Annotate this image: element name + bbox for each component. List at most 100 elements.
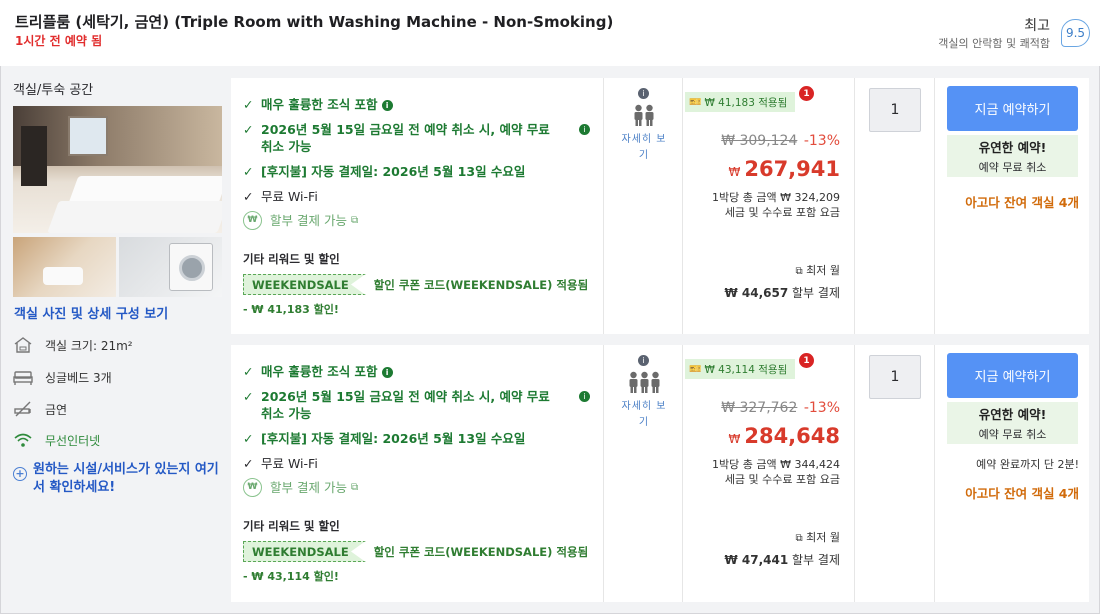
room-quantity-select[interactable]: 1	[869, 355, 921, 399]
facility-search-label: 원하는 시설/서비스가 있는지 여기서 확인하세요!	[33, 462, 219, 495]
flexible-booking-title: 유연한 예약!	[978, 140, 1047, 155]
lowest-monthly-label: ⧉ 최저 월	[796, 262, 841, 278]
coupon-discount: - ₩ 43,114 할인!	[243, 570, 339, 583]
wifi-label: 무선인터넷	[45, 433, 101, 448]
coupon-row: WEEKENDSALE 할인 쿠폰 코드(WEEKENDSALE) 적용됨	[243, 541, 588, 562]
occupancy-column[interactable]: i 자세히 보기	[605, 78, 683, 334]
facility-search-link[interactable]: + 원하는 시설/서비스가 있는지 여기서 확인하세요!	[13, 461, 223, 497]
benefit-text: 할부 결제 가능	[270, 213, 347, 228]
occupancy-details-link[interactable]: 자세히 보기	[619, 132, 669, 164]
info-icon[interactable]: i	[381, 100, 393, 111]
installment-value: ₩ 47,441	[724, 553, 789, 567]
price-value: 284,648	[744, 424, 840, 448]
coupon-discount: - ₩ 41,183 할인!	[243, 303, 339, 316]
promo-count-badge: 1	[799, 86, 814, 101]
coupon-applied-text: 할인 쿠폰 코드(WEEKENDSALE) 적용됨	[373, 544, 589, 559]
tax-note: 세금 및 수수료 포함 요금	[724, 473, 840, 486]
occupancy-icons	[605, 104, 683, 126]
bathroom-photo[interactable]	[13, 237, 116, 297]
info-icon[interactable]: i	[579, 124, 590, 135]
quantity-column: 1	[856, 78, 935, 334]
room-title: 트리플룸 (세탁기, 금연) (Triple Room with Washing…	[15, 13, 614, 31]
discount-percent: -13%	[803, 400, 840, 416]
room-info-column: 객실/투숙 공간 객실 사진 및 상세 구성 보기 객실 크기: 21m² 싱글…	[1, 66, 230, 613]
bed-icon	[13, 371, 33, 385]
offer-card-2: ✓ 매우 훌륭한 조식 포함 i ✓ 2026년 5월 15일 금요일 전 예약 취소…	[231, 345, 1089, 602]
benefits-column: ✓ 매우 훌륭한 조식 포함 i ✓ 2026년 5월 15일 금요일 전 예약 취소…	[231, 345, 604, 602]
benefit-installment[interactable]: ₩ 할부 결제 가능 ⧉	[243, 211, 358, 230]
plus-circle-icon: +	[13, 467, 27, 481]
room-size-icon	[14, 337, 32, 353]
check-icon: ✓	[243, 456, 254, 471]
current-price: ₩284,648	[728, 424, 840, 448]
benefit-free-cancellation: ✓ 2026년 5월 15일 금요일 전 예약 취소 시, 예약 무료 취소 가능	[243, 121, 563, 155]
benefit-pay-later: ✓ [후지불] 자동 결제일: 2026년 5월 13일 수요일	[243, 430, 525, 447]
beds-label: 싱글베드 3개	[45, 370, 112, 385]
benefit-text: 2026년 5월 15일 금요일 전 예약 취소 시, 예약 무료 취소 가능	[261, 122, 550, 154]
feature-non-smoking: 금연	[13, 400, 67, 418]
check-icon: ✓	[243, 189, 254, 204]
info-icon[interactable]: i	[579, 391, 590, 402]
original-price: ₩ 309,124 -13%	[721, 133, 840, 149]
benefit-free-cancellation: ✓ 2026년 5월 15일 금요일 전 예약 취소 시, 예약 무료 취소 가능	[243, 388, 563, 422]
lowest-label-text: 최저 월	[806, 531, 840, 544]
room-info-heading: 객실/투숙 공간	[13, 83, 94, 98]
flexible-booking-box: 유연한 예약! 예약 무료 취소	[947, 402, 1078, 444]
rewards-title: 기타 리워드 및 할인	[243, 519, 340, 533]
currency-symbol: ₩	[728, 165, 741, 179]
benefit-pay-later: ✓ [후지불] 자동 결제일: 2026년 5월 13일 수요일	[243, 163, 525, 180]
booking-column: 지금 예약하기 유연한 예약! 예약 무료 취소 예약 완료까지 단 2분! 아…	[936, 345, 1089, 602]
installment-label: 할부 결제	[792, 553, 840, 567]
book-now-button[interactable]: 지금 예약하기	[947, 353, 1078, 398]
quantity-column: 1	[856, 345, 935, 602]
room-photos-link[interactable]: 객실 사진 및 상세 구성 보기	[14, 303, 168, 322]
calendar-icon: ⧉	[795, 533, 803, 544]
occupancy-column[interactable]: i 자세히 보기	[605, 345, 683, 602]
lowest-monthly-label: ⧉ 최저 월	[796, 529, 841, 545]
rewards-title: 기타 리워드 및 할인	[243, 252, 340, 266]
book-now-button[interactable]: 지금 예약하기	[947, 86, 1078, 131]
promo-count-badge: 1	[799, 353, 814, 368]
rooms-left-notice: 아고다 잔여 객실 4개	[965, 195, 1079, 210]
room-quantity-select[interactable]: 1	[869, 88, 921, 132]
per-night-info: 1박당 총 금액 ₩ 344,424 세금 및 수수료 포함 요금	[712, 457, 840, 487]
promo-text: ₩ 41,183 적용됨	[704, 96, 788, 109]
room-header: 트리플룸 (세탁기, 금연) (Triple Room with Washing…	[0, 0, 1100, 66]
installment-amount: ₩ 47,441 할부 결제	[724, 551, 840, 568]
room-main-photo[interactable]	[13, 106, 222, 233]
calendar-icon: ⧉	[795, 266, 803, 277]
recent-booking-notice: 1시간 전 예약 됨	[15, 34, 103, 48]
strikethrough-price: ₩ 309,124	[721, 133, 798, 149]
installment-icon: ₩	[243, 211, 262, 230]
benefit-installment[interactable]: ₩ 할부 결제 가능 ⧉	[243, 478, 358, 497]
last-booking-notice: 예약 완료까지 단 2분!	[976, 458, 1079, 471]
original-price: ₩ 327,762 -13%	[721, 400, 840, 416]
non-smoking-label: 금연	[45, 402, 68, 417]
per-night-total: 1박당 총 금액 ₩ 344,424	[712, 458, 840, 471]
person-icon	[634, 104, 643, 126]
occupancy-details-link[interactable]: 자세히 보기	[619, 399, 669, 431]
flexible-booking-box: 유연한 예약! 예약 무료 취소	[947, 135, 1078, 177]
benefit-text: 매우 훌륭한 조식 포함	[261, 364, 378, 379]
room-size-label: 객실 크기: 21m²	[45, 338, 133, 353]
washing-machine-photo[interactable]	[119, 237, 222, 297]
benefit-text: 매우 훌륭한 조식 포함	[261, 97, 378, 112]
wifi-icon	[14, 433, 32, 447]
free-cancellation-note: 예약 무료 취소	[978, 161, 1047, 174]
person-icon	[645, 104, 654, 126]
promo-applied-tag: 🎫 ₩ 41,183 적용됨	[685, 92, 796, 112]
installment-label: 할부 결제	[792, 286, 840, 300]
person-icon	[629, 371, 637, 393]
lowest-label-text: 최저 월	[806, 264, 840, 277]
ticket-icon: 🎫	[689, 96, 702, 108]
benefit-text: [후지불] 자동 결제일: 2026년 5월 13일 수요일	[261, 431, 526, 446]
free-cancellation-note: 예약 무료 취소	[978, 428, 1047, 441]
info-icon[interactable]: i	[381, 367, 393, 378]
no-smoking-icon	[14, 401, 31, 417]
feature-wifi: 무선인터넷	[13, 431, 100, 449]
check-icon: ✓	[243, 122, 254, 137]
installment-value: ₩ 44,657	[724, 286, 789, 300]
benefit-text: [후지불] 자동 결제일: 2026년 5월 13일 수요일	[261, 164, 526, 179]
offer-card-1: ✓ 매우 훌륭한 조식 포함 i ✓ 2026년 5월 15일 금요일 전 예약 취소…	[231, 78, 1089, 334]
benefit-breakfast: ✓ 매우 훌륭한 조식 포함 i	[243, 96, 393, 113]
